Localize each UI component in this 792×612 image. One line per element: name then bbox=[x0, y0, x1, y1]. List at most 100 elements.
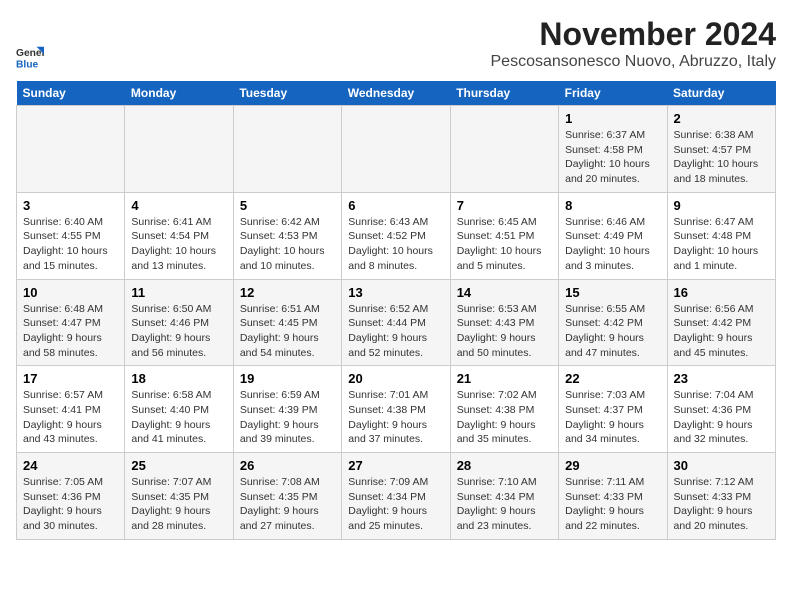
svg-text:Blue: Blue bbox=[16, 59, 39, 70]
calendar-cell: 30Sunrise: 7:12 AMSunset: 4:33 PMDayligh… bbox=[667, 453, 775, 540]
day-info: Daylight: 9 hours and 23 minutes. bbox=[457, 504, 552, 533]
day-info: Sunset: 4:38 PM bbox=[457, 403, 552, 418]
day-info: Sunset: 4:35 PM bbox=[240, 490, 335, 505]
day-info: Sunrise: 7:03 AM bbox=[565, 388, 660, 403]
calendar-cell: 11Sunrise: 6:50 AMSunset: 4:46 PMDayligh… bbox=[125, 279, 233, 366]
weekday-header-friday: Friday bbox=[559, 81, 667, 106]
title-section: November 2024 Pescosansonesco Nuovo, Abr… bbox=[491, 16, 777, 71]
day-number: 27 bbox=[348, 458, 443, 473]
day-number: 13 bbox=[348, 285, 443, 300]
calendar-cell bbox=[450, 106, 558, 193]
day-info: Daylight: 9 hours and 43 minutes. bbox=[23, 418, 118, 447]
day-info: Sunrise: 7:05 AM bbox=[23, 475, 118, 490]
logo-icon: General Blue bbox=[16, 43, 44, 71]
day-info: Sunrise: 6:57 AM bbox=[23, 388, 118, 403]
day-info: Sunset: 4:42 PM bbox=[674, 316, 769, 331]
day-info: Sunset: 4:35 PM bbox=[131, 490, 226, 505]
day-number: 1 bbox=[565, 111, 660, 126]
calendar-week-2: 3Sunrise: 6:40 AMSunset: 4:55 PMDaylight… bbox=[17, 192, 776, 279]
day-number: 24 bbox=[23, 458, 118, 473]
calendar-cell: 24Sunrise: 7:05 AMSunset: 4:36 PMDayligh… bbox=[17, 453, 125, 540]
day-info: Sunrise: 6:38 AM bbox=[674, 128, 769, 143]
day-number: 8 bbox=[565, 198, 660, 213]
day-number: 20 bbox=[348, 371, 443, 386]
day-number: 30 bbox=[674, 458, 769, 473]
day-info: Daylight: 10 hours and 3 minutes. bbox=[565, 244, 660, 273]
calendar-cell bbox=[342, 106, 450, 193]
day-number: 22 bbox=[565, 371, 660, 386]
calendar-cell: 6Sunrise: 6:43 AMSunset: 4:52 PMDaylight… bbox=[342, 192, 450, 279]
day-info: Sunset: 4:34 PM bbox=[348, 490, 443, 505]
calendar-week-5: 24Sunrise: 7:05 AMSunset: 4:36 PMDayligh… bbox=[17, 453, 776, 540]
day-number: 19 bbox=[240, 371, 335, 386]
day-info: Daylight: 10 hours and 1 minute. bbox=[674, 244, 769, 273]
day-info: Sunset: 4:48 PM bbox=[674, 229, 769, 244]
day-number: 12 bbox=[240, 285, 335, 300]
day-number: 10 bbox=[23, 285, 118, 300]
calendar-cell: 10Sunrise: 6:48 AMSunset: 4:47 PMDayligh… bbox=[17, 279, 125, 366]
day-number: 28 bbox=[457, 458, 552, 473]
day-info: Daylight: 9 hours and 56 minutes. bbox=[131, 331, 226, 360]
day-info: Sunset: 4:39 PM bbox=[240, 403, 335, 418]
day-number: 29 bbox=[565, 458, 660, 473]
day-info: Daylight: 9 hours and 52 minutes. bbox=[348, 331, 443, 360]
day-info: Daylight: 9 hours and 28 minutes. bbox=[131, 504, 226, 533]
day-info: Sunset: 4:42 PM bbox=[565, 316, 660, 331]
day-info: Sunset: 4:36 PM bbox=[674, 403, 769, 418]
calendar-cell: 4Sunrise: 6:41 AMSunset: 4:54 PMDaylight… bbox=[125, 192, 233, 279]
day-info: Sunrise: 7:12 AM bbox=[674, 475, 769, 490]
day-info: Sunrise: 6:42 AM bbox=[240, 215, 335, 230]
day-number: 21 bbox=[457, 371, 552, 386]
calendar-cell: 1Sunrise: 6:37 AMSunset: 4:58 PMDaylight… bbox=[559, 106, 667, 193]
day-number: 7 bbox=[457, 198, 552, 213]
day-info: Sunset: 4:38 PM bbox=[348, 403, 443, 418]
calendar-cell: 20Sunrise: 7:01 AMSunset: 4:38 PMDayligh… bbox=[342, 366, 450, 453]
day-info: Sunrise: 6:45 AM bbox=[457, 215, 552, 230]
day-number: 16 bbox=[674, 285, 769, 300]
weekday-header-wednesday: Wednesday bbox=[342, 81, 450, 106]
day-info: Daylight: 9 hours and 34 minutes. bbox=[565, 418, 660, 447]
day-info: Sunset: 4:43 PM bbox=[457, 316, 552, 331]
day-info: Sunset: 4:41 PM bbox=[23, 403, 118, 418]
calendar-cell: 19Sunrise: 6:59 AMSunset: 4:39 PMDayligh… bbox=[233, 366, 341, 453]
day-info: Sunrise: 6:48 AM bbox=[23, 302, 118, 317]
day-info: Sunrise: 6:53 AM bbox=[457, 302, 552, 317]
day-number: 26 bbox=[240, 458, 335, 473]
day-info: Daylight: 9 hours and 50 minutes. bbox=[457, 331, 552, 360]
weekday-header-tuesday: Tuesday bbox=[233, 81, 341, 106]
day-info: Daylight: 10 hours and 10 minutes. bbox=[240, 244, 335, 273]
day-info: Sunrise: 7:02 AM bbox=[457, 388, 552, 403]
calendar-cell: 22Sunrise: 7:03 AMSunset: 4:37 PMDayligh… bbox=[559, 366, 667, 453]
calendar-cell: 3 Sunrise: 6:40 AMSunset: 4:55 PMDaylight… bbox=[17, 192, 125, 279]
calendar-cell: 7Sunrise: 6:45 AMSunset: 4:51 PMDaylight… bbox=[450, 192, 558, 279]
calendar-cell: 12 Sunrise: 6:51 AMSunset: 4:45 PMDayligh… bbox=[233, 279, 341, 366]
calendar-cell: 5Sunrise: 6:42 AMSunset: 4:53 PMDaylight… bbox=[233, 192, 341, 279]
calendar-cell: 29Sunrise: 7:11 AMSunset: 4:33 PMDayligh… bbox=[559, 453, 667, 540]
day-info: Daylight: 9 hours and 41 minutes. bbox=[131, 418, 226, 447]
calendar-cell: 18Sunrise: 6:58 AMSunset: 4:40 PMDayligh… bbox=[125, 366, 233, 453]
calendar-week-1: 1Sunrise: 6:37 AMSunset: 4:58 PMDaylight… bbox=[17, 106, 776, 193]
day-info: Daylight: 10 hours and 15 minutes. bbox=[23, 244, 118, 273]
day-number: 14 bbox=[457, 285, 552, 300]
day-info: Sunset: 4:55 PM bbox=[23, 229, 118, 244]
day-info: Sunrise: 6:46 AM bbox=[565, 215, 660, 230]
day-info: Daylight: 9 hours and 54 minutes. bbox=[240, 331, 335, 360]
calendar-cell: 27Sunrise: 7:09 AMSunset: 4:34 PMDayligh… bbox=[342, 453, 450, 540]
day-info: Sunrise: 6:40 AM bbox=[23, 215, 118, 230]
day-info: Sunrise: 7:10 AM bbox=[457, 475, 552, 490]
day-info: Sunrise: 6:51 AM bbox=[240, 302, 335, 317]
day-info: Daylight: 9 hours and 47 minutes. bbox=[565, 331, 660, 360]
day-info: Daylight: 10 hours and 13 minutes. bbox=[131, 244, 226, 273]
day-info: Daylight: 10 hours and 18 minutes. bbox=[674, 157, 769, 186]
day-info: Sunrise: 6:43 AM bbox=[348, 215, 443, 230]
calendar-cell: 8Sunrise: 6:46 AMSunset: 4:49 PMDaylight… bbox=[559, 192, 667, 279]
day-info: Daylight: 9 hours and 39 minutes. bbox=[240, 418, 335, 447]
day-info: Sunset: 4:58 PM bbox=[565, 143, 660, 158]
day-info: Sunrise: 7:09 AM bbox=[348, 475, 443, 490]
day-number: 3 bbox=[23, 198, 118, 213]
calendar-cell: 17Sunrise: 6:57 AMSunset: 4:41 PMDayligh… bbox=[17, 366, 125, 453]
day-number: 11 bbox=[131, 285, 226, 300]
calendar-week-4: 17Sunrise: 6:57 AMSunset: 4:41 PMDayligh… bbox=[17, 366, 776, 453]
day-info: Sunset: 4:45 PM bbox=[240, 316, 335, 331]
day-number: 15 bbox=[565, 285, 660, 300]
